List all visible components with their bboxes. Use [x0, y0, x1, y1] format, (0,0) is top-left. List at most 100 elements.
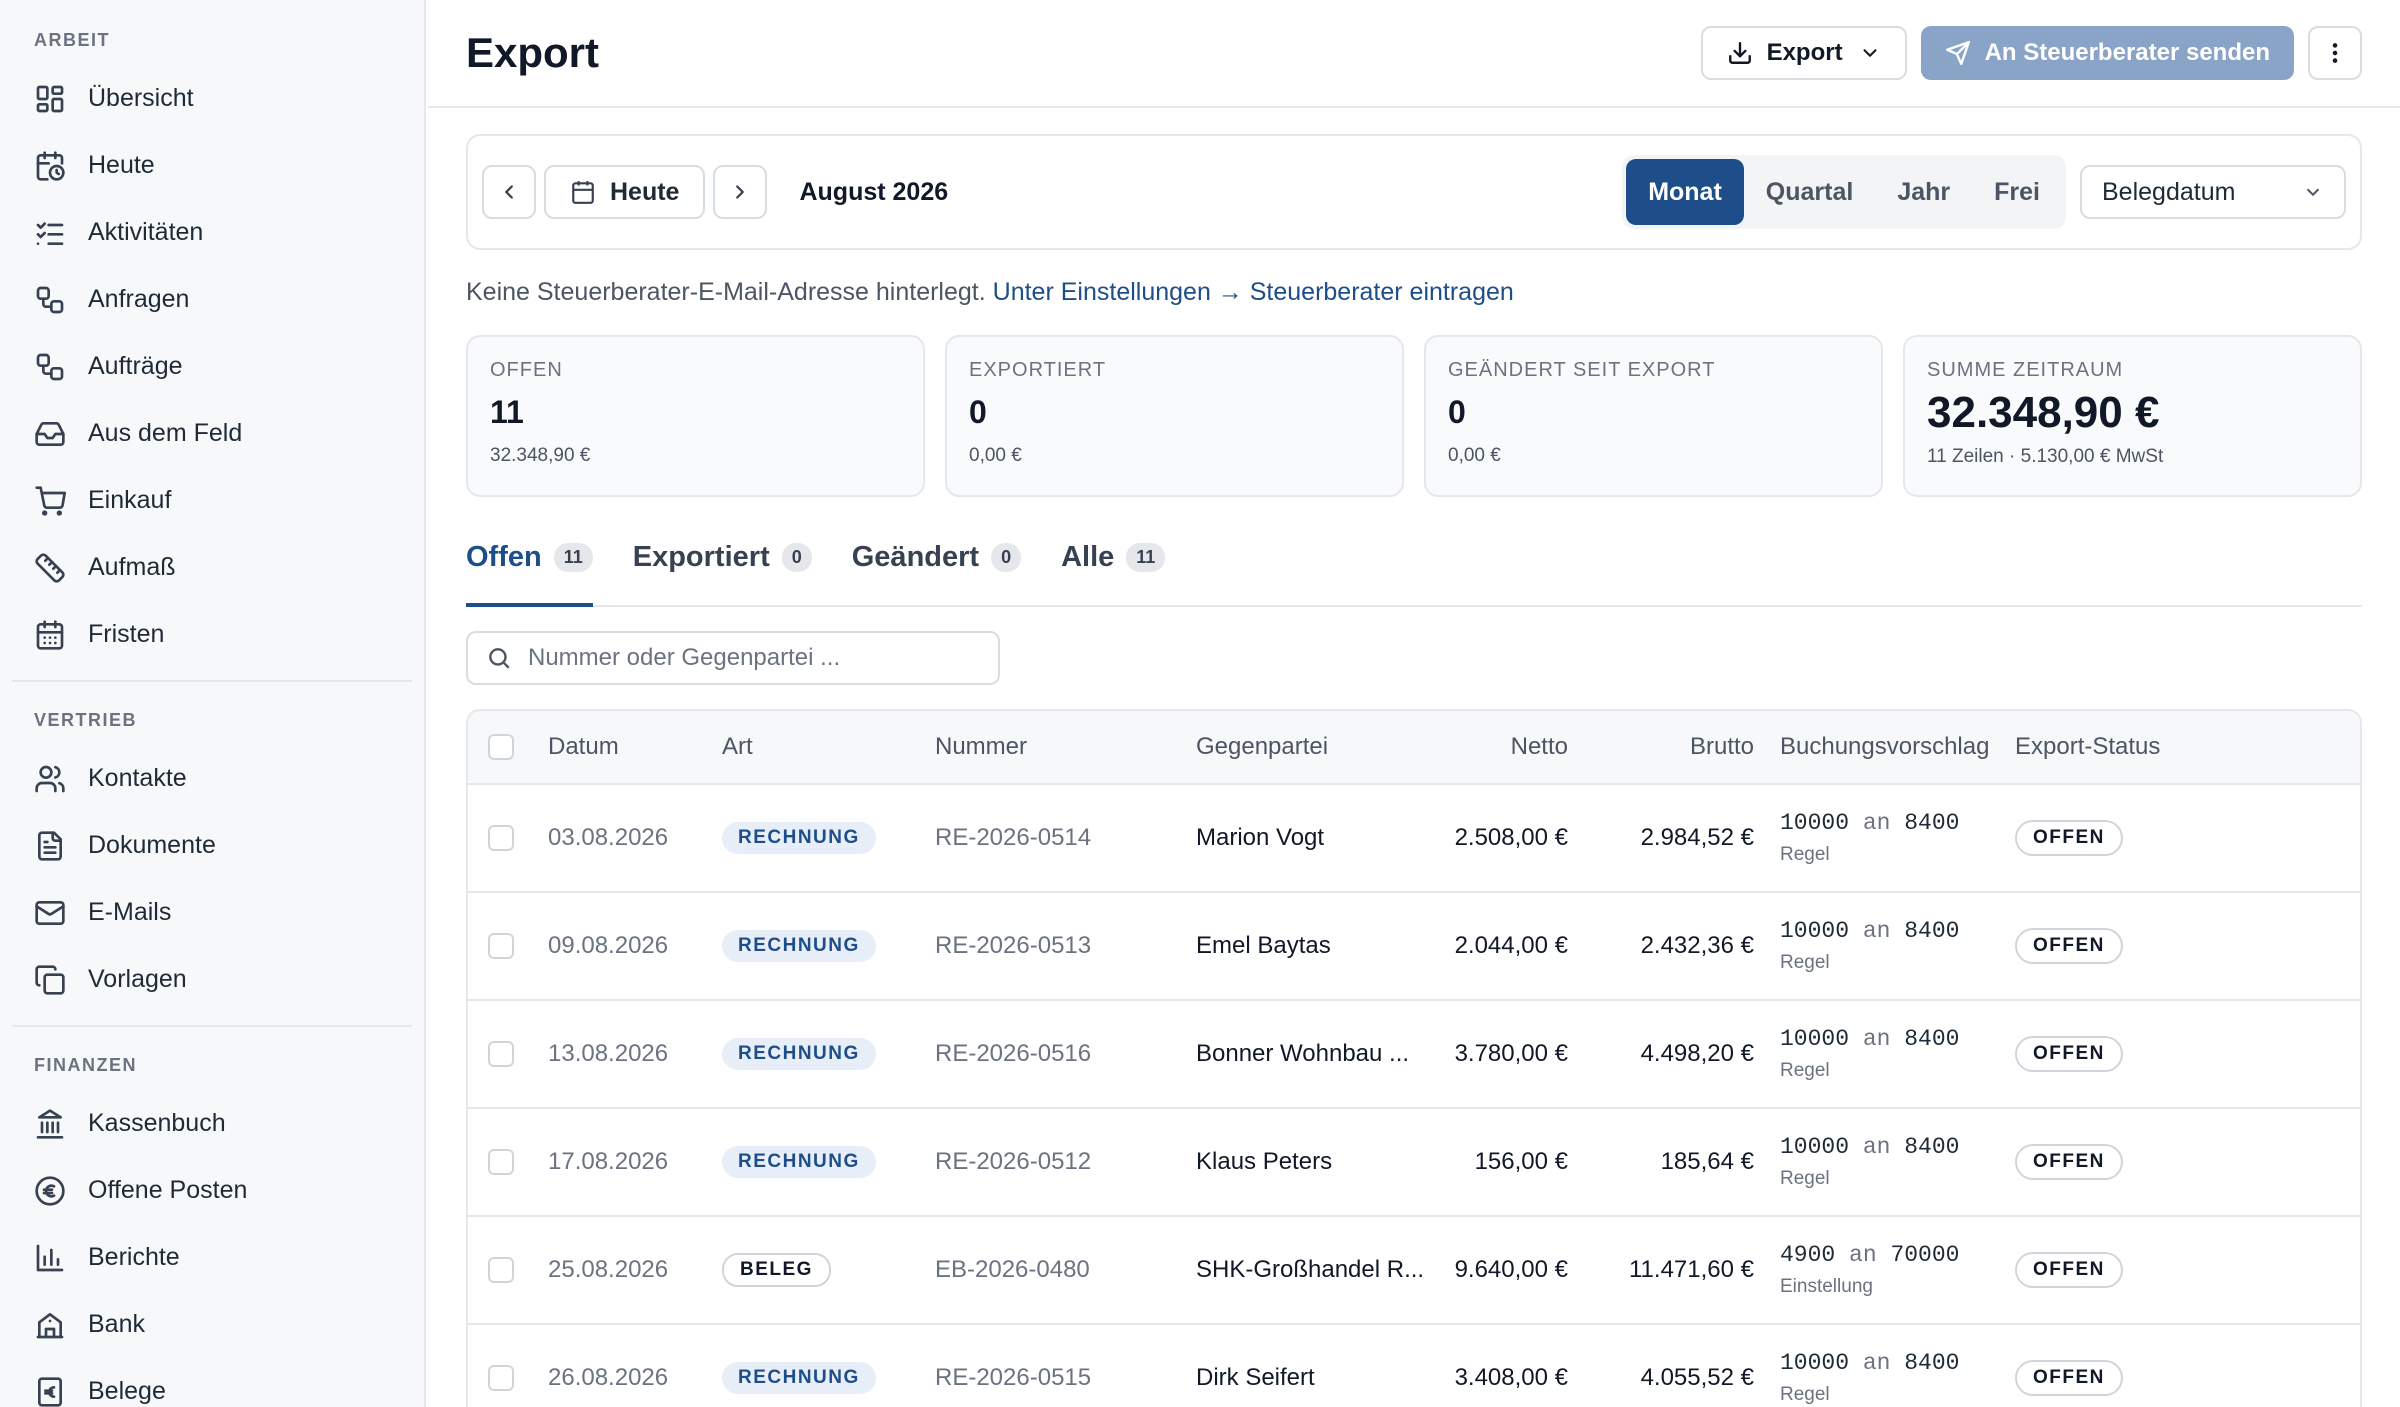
table-row[interactable]: 25.08.2026 BELEG EB-2026-0480 SHK-Großha… [468, 1215, 2360, 1323]
sidebar-item-offene-posten[interactable]: Offene Posten [12, 1157, 412, 1224]
tab-count: 11 [553, 543, 593, 572]
sidebar-item-uebersicht[interactable]: Übersicht [12, 65, 412, 132]
table-row[interactable]: 26.08.2026 RECHNUNG RE-2026-0515 Dirk Se… [468, 1323, 2360, 1407]
sidebar-item-dokumente[interactable]: Dokumente [12, 812, 412, 879]
tab-count: 0 [781, 543, 812, 572]
topbar: Export Export An Steuerberater senden [428, 0, 2400, 108]
column-header-datum[interactable]: Datum [548, 733, 722, 761]
card-value: 11 [490, 394, 524, 430]
table-row[interactable]: 03.08.2026 RECHNUNG RE-2026-0514 Marion … [468, 783, 2360, 891]
date-field-select[interactable]: Belegdatum [2080, 165, 2346, 219]
column-header-netto[interactable]: Netto [1428, 733, 1568, 761]
cell-netto: 2.044,00 € [1454, 932, 1568, 959]
segment-frei[interactable]: Frei [1972, 159, 2062, 225]
booking-accounts: 10000 an 8400 [1780, 1026, 2015, 1052]
cell-brutto: 4.498,20 € [1640, 1040, 1754, 1067]
type-badge: RECHNUNG [722, 1362, 876, 1394]
card-sub: 11 Zeilen · 5.130,00 € MwSt [1927, 446, 2164, 467]
row-checkbox[interactable] [488, 1041, 514, 1067]
cell-gegenpartei: Emel Baytas [1196, 932, 1331, 959]
cell-brutto: 2.984,52 € [1640, 824, 1754, 851]
more-options-button[interactable] [2308, 26, 2362, 80]
booking-an: an [1862, 1134, 1891, 1160]
cell-buchungsvorschlag: 10000 an 8400 Regel [1754, 1026, 2015, 1082]
type-badge: BELEG [722, 1253, 831, 1287]
sidebar-heading: VERTRIEB [34, 710, 138, 730]
cell-datum: 25.08.2026 [548, 1256, 669, 1283]
tab-geaendert[interactable]: Geändert 0 [851, 537, 1022, 605]
tab-alle[interactable]: Alle 11 [1061, 537, 1166, 605]
select-all-checkbox[interactable] [488, 734, 514, 760]
row-checkbox-cell [468, 933, 548, 959]
sidebar-item-kassenbuch[interactable]: Kassenbuch [12, 1090, 412, 1157]
cell-gegenpartei: Klaus Peters [1196, 1148, 1333, 1175]
column-header-brutto[interactable]: Brutto [1568, 733, 1754, 761]
column-header-buchungsvorschlag[interactable]: Buchungsvorschlag [1754, 733, 2015, 761]
card-label: SUMME ZEITRAUM [1927, 359, 2124, 381]
tab-exportiert[interactable]: Exportiert 0 [633, 537, 812, 605]
sidebar-item-belege[interactable]: Belege [12, 1358, 412, 1407]
export-button[interactable]: Export [1700, 26, 1907, 80]
card-sub: 0,00 € [969, 445, 1022, 466]
table-row[interactable]: 17.08.2026 RECHNUNG RE-2026-0512 Klaus P… [468, 1107, 2360, 1215]
booking-source: Regel [1780, 1060, 1830, 1081]
cell-nummer: RE-2026-0512 [935, 1148, 1092, 1175]
sidebar-item-aus-dem-feld[interactable]: Aus dem Feld [12, 400, 412, 467]
sidebar-item-heute[interactable]: Heute [12, 132, 412, 199]
advisor-email-notice: Keine Steuerberater-E-Mail-Adresse hinte… [466, 278, 2362, 307]
sidebar-divider [12, 1025, 412, 1027]
sidebar-item-label: Offene Posten [88, 1176, 248, 1204]
cell-art: RECHNUNG [722, 1362, 935, 1394]
sidebar-item-label: Heute [88, 151, 155, 179]
sidebar-item-berichte[interactable]: Berichte [12, 1224, 412, 1291]
booking-accounts: 10000 an 8400 [1780, 1134, 2015, 1160]
credit-account: 8400 [1904, 1134, 1960, 1160]
sidebar-item-fristen[interactable]: Fristen [12, 601, 412, 668]
sidebar-item-label: E-Mails [88, 898, 172, 926]
sidebar-item-anfragen[interactable]: Anfragen [12, 266, 412, 333]
today-button[interactable]: Heute [544, 165, 706, 219]
sidebar-item-e-mails[interactable]: E-Mails [12, 879, 412, 946]
send-to-advisor-button[interactable]: An Steuerberater senden [1920, 26, 2294, 80]
column-header-art[interactable]: Art [722, 733, 935, 761]
segment-monat[interactable]: Monat [1626, 159, 1744, 225]
sidebar-item-einkauf[interactable]: Einkauf [12, 467, 412, 534]
card-offen: OFFEN 11 32.348,90 € [466, 335, 925, 497]
tab-label: Geändert [851, 541, 980, 573]
segment-quartal[interactable]: Quartal [1744, 159, 1876, 225]
table-row[interactable]: 09.08.2026 RECHNUNG RE-2026-0513 Emel Ba… [468, 891, 2360, 999]
sidebar-section-arbeit: ARBEIT Übersicht Heute Aktivitäten Anfra… [0, 22, 424, 668]
settings-link[interactable]: Unter Einstellungen → Steuerberater eint… [993, 278, 1514, 306]
ruler-icon [34, 552, 66, 584]
next-period-button[interactable] [713, 165, 768, 219]
column-header-nummer[interactable]: Nummer [935, 733, 1196, 761]
card-label: GEÄNDERT SEIT EXPORT [1448, 359, 1716, 381]
cell-netto: 156,00 € [1474, 1148, 1568, 1175]
row-checkbox[interactable] [488, 933, 514, 959]
sidebar-item-vorlagen[interactable]: Vorlagen [12, 946, 412, 1013]
row-checkbox[interactable] [488, 1257, 514, 1283]
list-check-icon [34, 217, 66, 249]
content: Heute August 2026 Monat Quartal Jahr Fre… [428, 108, 2400, 1407]
row-checkbox[interactable] [488, 1365, 514, 1391]
tab-offen[interactable]: Offen 11 [466, 537, 593, 607]
search-input[interactable] [528, 644, 968, 672]
sidebar-item-label: Dokumente [88, 831, 216, 859]
row-checkbox[interactable] [488, 1149, 514, 1175]
column-header-gegenpartei[interactable]: Gegenpartei [1196, 733, 1428, 761]
sidebar-item-kontakte[interactable]: Kontakte [12, 745, 412, 812]
cell-buchungsvorschlag: 10000 an 8400 Regel [1754, 918, 2015, 974]
status-tabs: Offen 11 Exportiert 0 Geändert 0 Alle 11 [466, 537, 2362, 607]
sidebar-item-aufmass[interactable]: Aufmaß [12, 534, 412, 601]
sidebar-item-aktivitaeten[interactable]: Aktivitäten [12, 199, 412, 266]
document-icon [34, 830, 66, 862]
previous-period-button[interactable] [482, 165, 536, 219]
column-header-export-status[interactable]: Export-Status [2015, 733, 2265, 761]
row-checkbox[interactable] [488, 825, 514, 851]
sidebar-item-label: Bank [88, 1310, 145, 1338]
sidebar-item-bank[interactable]: Bank [12, 1291, 412, 1358]
table-header: Datum Art Nummer Gegenpartei Netto Brutt… [468, 711, 2360, 783]
segment-jahr[interactable]: Jahr [1875, 159, 1972, 225]
table-row[interactable]: 13.08.2026 RECHNUNG RE-2026-0516 Bonner … [468, 999, 2360, 1107]
sidebar-item-auftraege[interactable]: Aufträge [12, 333, 412, 400]
